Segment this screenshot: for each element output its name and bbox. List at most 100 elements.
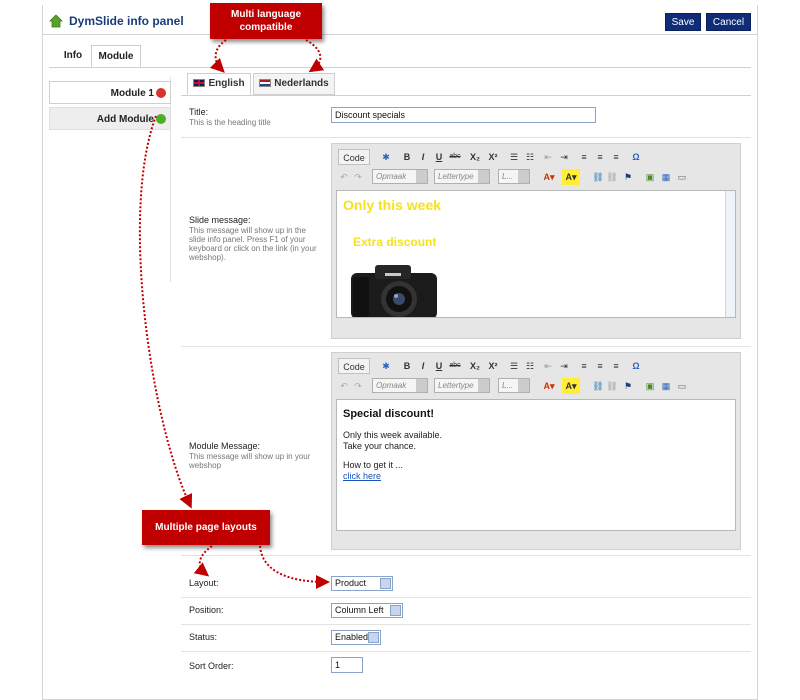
image-icon[interactable]: ▣ xyxy=(644,169,656,185)
table-icon[interactable]: ▦ xyxy=(660,378,672,394)
size-select[interactable]: L... xyxy=(498,378,530,393)
text-color-icon[interactable]: A▾ xyxy=(540,169,558,185)
font-select[interactable]: Lettertype xyxy=(434,378,490,393)
module-message-content[interactable]: Special discount! Only this week availab… xyxy=(336,399,736,531)
save-button[interactable]: Save xyxy=(665,13,701,31)
sort-order-input[interactable]: 1 xyxy=(331,657,363,673)
unlink-icon[interactable]: ⛓ xyxy=(606,169,618,185)
row-divider xyxy=(181,624,751,625)
undo-icon[interactable]: ↶ xyxy=(338,169,350,185)
omega-icon[interactable]: Ω xyxy=(630,358,642,374)
cancel-button[interactable]: Cancel xyxy=(706,13,751,31)
chevron-down-icon xyxy=(518,170,529,183)
indent-icon[interactable]: ⇥ xyxy=(558,149,570,165)
link-icon[interactable]: ⛓ xyxy=(592,378,604,394)
editor-toolbar-row-2: ↶ ↷ Opmaak Lettertype L... A▾ A▾ ⛓ ⛓ ⚑ ▣… xyxy=(336,377,736,395)
tab-info[interactable]: Info xyxy=(55,45,91,67)
status-label: Status: xyxy=(189,632,218,642)
row-divider xyxy=(181,597,751,598)
link-icon[interactable]: ⛓ xyxy=(592,169,604,185)
superscript-button[interactable]: X² xyxy=(486,358,500,374)
bullet-list-icon[interactable]: ☷ xyxy=(524,358,536,374)
sidebar-item-module-1[interactable]: Module 1 xyxy=(49,81,171,104)
title-input[interactable]: Discount specials xyxy=(331,107,596,123)
superscript-button[interactable]: X² xyxy=(486,149,500,165)
position-select[interactable]: Column Left xyxy=(331,603,403,618)
size-select[interactable]: L... xyxy=(498,169,530,184)
home-icon xyxy=(49,14,63,28)
text-color-icon[interactable]: A▾ xyxy=(540,378,558,394)
module-heading: Special discount! xyxy=(343,408,435,420)
slide-message-content[interactable]: Only this week Extra discount xyxy=(336,190,736,318)
size-select-label: L... xyxy=(502,172,514,181)
info-panel: DymSlide info panel Save Cancel Info Mod… xyxy=(42,5,758,700)
align-center-icon[interactable]: ≡ xyxy=(594,149,606,165)
italic-button[interactable]: I xyxy=(418,149,428,165)
format-select[interactable]: Opmaak xyxy=(372,378,428,393)
background-color-icon[interactable]: A▾ xyxy=(562,169,580,185)
code-button[interactable]: Code xyxy=(338,358,370,374)
align-left-icon[interactable]: ≡ xyxy=(578,358,590,374)
slide-heading: Only this week xyxy=(343,197,442,213)
format-select[interactable]: Opmaak xyxy=(372,169,428,184)
chevron-down-icon xyxy=(368,632,379,643)
numbered-list-icon[interactable]: ☰ xyxy=(508,358,520,374)
status-select[interactable]: Enabled xyxy=(331,630,381,645)
redo-icon[interactable]: ↷ xyxy=(352,378,364,394)
align-left-icon[interactable]: ≡ xyxy=(578,149,590,165)
align-right-icon[interactable]: ≡ xyxy=(610,149,622,165)
anchor-icon[interactable]: ⚑ xyxy=(622,169,634,185)
add-icon[interactable] xyxy=(156,114,166,124)
tab-dutch[interactable]: Nederlands xyxy=(253,73,335,95)
gear-icon[interactable]: ✱ xyxy=(380,149,392,165)
slide-message-editor: Code ✱ B I U abc X₂ X² ☰ ☷ ⇤ ⇥ ≡ ≡ ≡ Ω ↶… xyxy=(331,143,741,339)
underline-button[interactable]: U xyxy=(434,358,444,374)
background-color-icon[interactable]: A▾ xyxy=(562,378,580,394)
redo-icon[interactable]: ↷ xyxy=(352,169,364,185)
layouts-callout: Multiple page layouts xyxy=(142,510,270,545)
outdent-icon[interactable]: ⇤ xyxy=(542,149,554,165)
bullet-list-icon[interactable]: ☷ xyxy=(524,149,536,165)
subscript-button[interactable]: X₂ xyxy=(468,149,482,165)
align-center-icon[interactable]: ≡ xyxy=(594,358,606,374)
slide-subheading: Extra discount xyxy=(353,235,437,249)
title-label: Title: This is the heading title xyxy=(189,107,271,127)
click-here-link[interactable]: click here xyxy=(343,471,381,481)
strikethrough-button[interactable]: abc xyxy=(448,358,462,374)
gear-icon[interactable]: ✱ xyxy=(380,358,392,374)
horizontal-rule-icon[interactable]: ▭ xyxy=(676,378,688,394)
chevron-down-icon xyxy=(416,379,427,392)
numbered-list-icon[interactable]: ☰ xyxy=(508,149,520,165)
layout-select[interactable]: Product xyxy=(331,576,393,591)
tab-dutch-label: Nederlands xyxy=(274,78,329,89)
underline-button[interactable]: U xyxy=(434,149,444,165)
status-select-value: Enabled xyxy=(335,632,369,642)
indent-icon[interactable]: ⇥ xyxy=(558,358,570,374)
panel-header: DymSlide info panel Save Cancel xyxy=(43,5,757,35)
italic-button[interactable]: I xyxy=(418,358,428,374)
undo-icon[interactable]: ↶ xyxy=(338,378,350,394)
slide-message-label: Slide message: This message will show up… xyxy=(189,215,317,262)
format-select-label: Opmaak xyxy=(376,172,407,181)
editor-toolbar-row-1: Code ✱ B I U abc X₂ X² ☰ ☷ ⇤ ⇥ ≡ ≡ ≡ Ω xyxy=(336,148,736,166)
align-right-icon[interactable]: ≡ xyxy=(610,358,622,374)
add-module-button[interactable]: Add Module xyxy=(49,107,171,130)
code-button[interactable]: Code xyxy=(338,149,370,165)
font-select[interactable]: Lettertype xyxy=(434,169,490,184)
table-icon[interactable]: ▦ xyxy=(660,169,672,185)
image-icon[interactable]: ▣ xyxy=(644,378,656,394)
outdent-icon[interactable]: ⇤ xyxy=(542,358,554,374)
subscript-button[interactable]: X₂ xyxy=(468,358,482,374)
size-select-label: L... xyxy=(502,381,514,390)
bold-button[interactable]: B xyxy=(402,358,412,374)
omega-icon[interactable]: Ω xyxy=(630,149,642,165)
horizontal-rule-icon[interactable]: ▭ xyxy=(676,169,688,185)
editor-scrollbar[interactable] xyxy=(725,191,735,317)
strikethrough-button[interactable]: abc xyxy=(448,149,462,165)
remove-icon[interactable] xyxy=(156,88,166,98)
tab-module[interactable]: Module xyxy=(91,45,141,67)
unlink-icon[interactable]: ⛓ xyxy=(606,378,618,394)
tab-english[interactable]: English xyxy=(187,73,251,95)
bold-button[interactable]: B xyxy=(402,149,412,165)
anchor-icon[interactable]: ⚑ xyxy=(622,378,634,394)
